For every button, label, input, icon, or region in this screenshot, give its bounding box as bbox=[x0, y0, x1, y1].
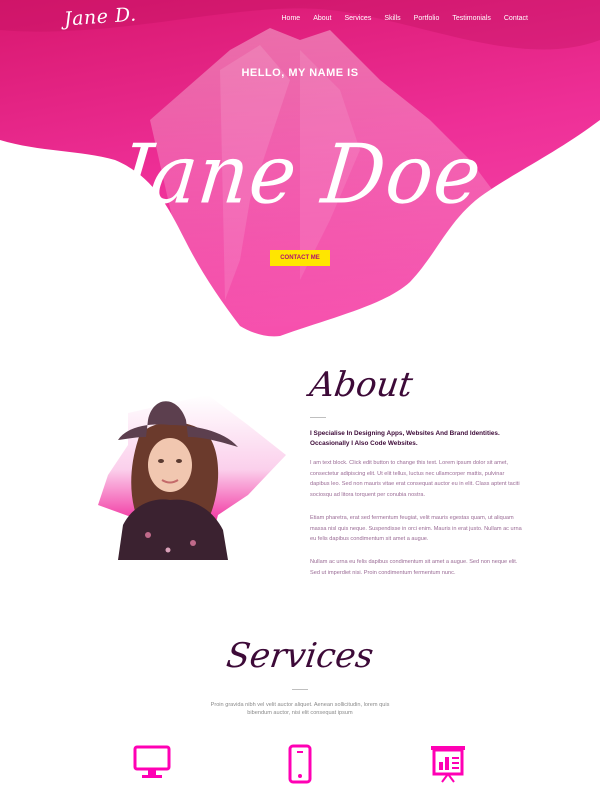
mobile-icon bbox=[288, 744, 312, 784]
services-divider bbox=[292, 689, 308, 690]
nav-item-about[interactable]: About bbox=[313, 15, 331, 22]
nav-item-testimonials[interactable]: Testimonials bbox=[452, 15, 491, 22]
hero-section: Jane D. Home About Services Skills Portf… bbox=[0, 0, 600, 340]
about-lead-text: I Specialise In Designing Apps, Websites… bbox=[310, 430, 500, 447]
hero-name: Jane Doe bbox=[113, 127, 487, 223]
about-paragraph: I am text block. Click edit button to ch… bbox=[310, 460, 520, 498]
nav-item-home[interactable]: Home bbox=[282, 15, 301, 22]
main-nav: Home About Services Skills Portfolio Tes… bbox=[282, 15, 529, 22]
nav-item-services[interactable]: Services bbox=[344, 15, 371, 22]
about-divider bbox=[310, 417, 326, 418]
services-subtitle: Proin gravida nibh vel velit auctor aliq… bbox=[210, 702, 390, 716]
about-heading: About bbox=[307, 365, 416, 405]
about-paragraph: Etiam pharetra, erat sed fermentum feugi… bbox=[310, 515, 522, 542]
about-paragraph: Nullam ac urna eu felis dapibus condimen… bbox=[310, 559, 518, 576]
services-heading: Services bbox=[224, 636, 376, 676]
nav-item-portfolio[interactable]: Portfolio bbox=[414, 15, 440, 22]
hero-greeting: HELLO, MY NAME IS bbox=[241, 67, 359, 79]
presentation-icon bbox=[431, 746, 465, 783]
profile-photo bbox=[98, 395, 286, 560]
nav-item-contact[interactable]: Contact bbox=[504, 15, 528, 22]
nav-item-skills[interactable]: Skills bbox=[384, 15, 400, 22]
desktop-icon bbox=[133, 745, 171, 778]
contact-me-button[interactable]: CONTACT ME bbox=[270, 250, 330, 266]
